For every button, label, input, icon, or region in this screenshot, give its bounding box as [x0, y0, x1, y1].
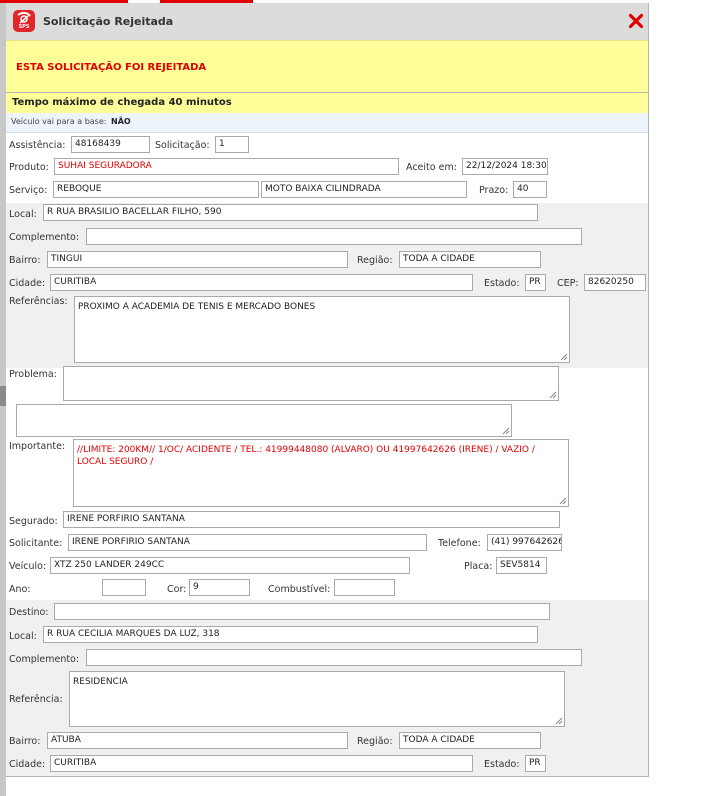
problema-extra-textarea[interactable]: [16, 404, 512, 437]
ano-label: Ano:: [9, 584, 31, 595]
placa-field[interactable]: SEV5814: [496, 557, 547, 574]
destino-cidade-label: Cidade:: [9, 759, 46, 770]
logo-text: SPS: [18, 24, 30, 30]
solicitacao-label: Solicitação:: [155, 140, 210, 151]
prazo-label: Prazo:: [479, 185, 509, 196]
telefone-label: Telefone:: [438, 538, 481, 549]
prazo-field[interactable]: 40: [513, 181, 547, 198]
close-icon[interactable]: [627, 12, 645, 30]
destino-estado-label: Estado:: [484, 759, 520, 770]
problema-textarea[interactable]: [63, 366, 559, 401]
rejected-request-dialog: SPS Solicitação Rejeitada ESTA SOLICITAÇ…: [6, 3, 649, 777]
resize-grip-icon[interactable]: [555, 717, 563, 725]
destino-bairro-label: Bairro:: [9, 736, 41, 747]
servico-label: Serviço:: [9, 185, 48, 196]
solicitante-label: Solicitante:: [9, 538, 63, 549]
sps-logo-icon: SPS: [13, 10, 35, 32]
assistencia-label: Assistência:: [9, 140, 66, 151]
vehicle-base-bar: Veículo vai para a base: NÃO: [6, 113, 648, 133]
destino-bairro-field[interactable]: ATUBA: [47, 732, 348, 749]
importante-label: Importante:: [9, 441, 66, 452]
destino-field[interactable]: [54, 603, 550, 620]
complemento-field[interactable]: [86, 228, 582, 245]
segurado-field[interactable]: IRENE PORFIRIO SANTANA: [63, 511, 560, 528]
resize-grip-icon[interactable]: [559, 497, 567, 505]
telefone-field[interactable]: (41) 997642626: [487, 534, 562, 551]
destino-regiao-label: Região:: [357, 736, 393, 747]
solicitante-field[interactable]: IRENE PORFIRIO SANTANA: [68, 534, 427, 551]
resize-grip-icon[interactable]: [502, 427, 510, 435]
destino-complemento-label: Complemento:: [9, 654, 80, 665]
cor-field[interactable]: 9: [189, 579, 250, 596]
aceito-em-field[interactable]: 22/12/2024 18:30: [462, 158, 548, 175]
problema-label: Problema:: [9, 369, 57, 380]
dialog-title: Solicitação Rejeitada: [43, 15, 174, 28]
referencias-label: Referências:: [9, 296, 68, 307]
rejected-message: ESTA SOLICITAÇÃO FOI REJEITADA: [16, 62, 207, 73]
veiculo-field[interactable]: XTZ 250 LANDER 249CC: [50, 557, 410, 574]
local-field[interactable]: R RUA BRASILIO BACELLAR FILHO, 590: [43, 204, 538, 221]
veiculo-label: Veículo:: [9, 561, 47, 572]
destino-cidade-field[interactable]: CURITIBA: [50, 755, 473, 772]
regiao-field[interactable]: TODA A CIDADE: [399, 251, 541, 268]
regiao-label: Região:: [357, 255, 393, 266]
arrival-time-text: Tempo máximo de chegada 40 minutos: [12, 97, 232, 108]
destino-estado-field[interactable]: PR: [525, 755, 546, 772]
combustivel-label: Combustível:: [268, 584, 331, 595]
rejected-banner: ESTA SOLICITAÇÃO FOI REJEITADA: [6, 40, 648, 93]
bairro-field[interactable]: TINGUI: [47, 251, 348, 268]
estado-field[interactable]: PR: [525, 274, 546, 291]
bairro-label: Bairro:: [9, 255, 41, 266]
destino-local-field[interactable]: R RUA CECILIA MARQUES DA LUZ, 318: [43, 626, 538, 643]
vehicle-base-label: Veículo vai para a base:: [11, 117, 107, 126]
referencia-label: Referência:: [9, 694, 63, 705]
segurado-label: Segurado:: [9, 516, 58, 527]
servico-tipo-field[interactable]: MOTO BAIXA CILINDRADA: [261, 181, 467, 198]
assistencia-field[interactable]: 48168439: [71, 136, 150, 153]
referencia-text: RESIDENCIA: [73, 677, 128, 687]
combustivel-field[interactable]: [334, 579, 395, 596]
destino-complemento-field[interactable]: [86, 649, 582, 666]
referencias-text: PROXIMO A ACADEMIA DE TENIS E MERCADO BO…: [78, 302, 316, 312]
destino-label: Destino:: [9, 607, 49, 618]
dialog-titlebar[interactable]: SPS Solicitação Rejeitada: [6, 3, 648, 40]
referencia-textarea[interactable]: RESIDENCIA: [69, 671, 565, 727]
resize-grip-icon[interactable]: [549, 391, 557, 399]
destino-regiao-field[interactable]: TODA A CIDADE: [399, 732, 541, 749]
importante-textarea[interactable]: //LIMITE: 200KM// 1/OC/ ACIDENTE / TEL.:…: [73, 439, 569, 507]
vehicle-base-value: NÃO: [111, 117, 131, 126]
complemento-label: Complemento:: [9, 232, 80, 243]
arrival-time-bar: Tempo máximo de chegada 40 minutos: [6, 92, 648, 114]
cor-label: Cor:: [167, 584, 187, 595]
importante-text: //LIMITE: 200KM// 1/OC/ ACIDENTE / TEL.:…: [77, 445, 535, 467]
cidade-field[interactable]: CURITIBA: [50, 274, 473, 291]
destino-local-label: Local:: [9, 631, 37, 642]
local-label: Local:: [9, 209, 37, 220]
servico-field[interactable]: REBOQUE: [53, 181, 259, 198]
estado-label: Estado:: [484, 278, 520, 289]
cep-field[interactable]: 82620250: [584, 274, 646, 291]
placa-label: Placa:: [464, 561, 493, 572]
referencias-textarea[interactable]: PROXIMO A ACADEMIA DE TENIS E MERCADO BO…: [74, 296, 570, 363]
solicitacao-field[interactable]: 1: [215, 136, 249, 153]
resize-grip-icon[interactable]: [560, 353, 568, 361]
produto-field[interactable]: SUHAI SEGURADORA: [54, 158, 399, 175]
produto-label: Produto:: [9, 162, 49, 173]
cep-label: CEP:: [557, 278, 579, 289]
cidade-label: Cidade:: [9, 278, 46, 289]
aceito-em-label: Aceito em:: [406, 162, 457, 173]
ano-field[interactable]: [102, 579, 146, 596]
